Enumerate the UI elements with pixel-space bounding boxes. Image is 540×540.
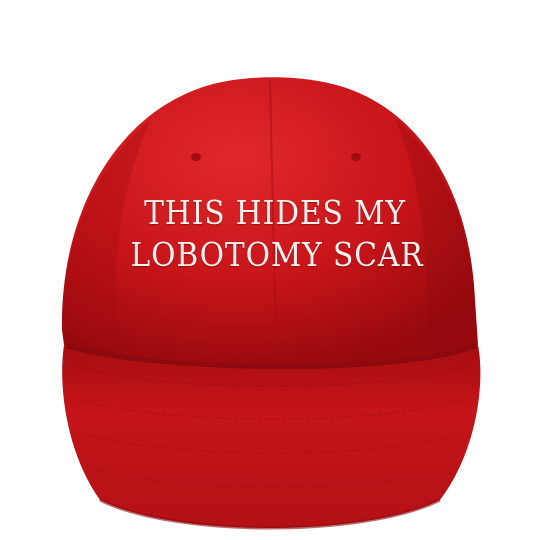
eyelet-left: [191, 153, 201, 161]
eyelet-right: [351, 153, 361, 161]
photo-scene: THIS HIDES MY LOBOTOMY SCAR: [0, 0, 540, 540]
cap-brim: [62, 345, 481, 528]
cap-text-line-1: THIS HIDES MY: [144, 193, 406, 232]
cap-text-line-2: LOBOTOMY SCAR: [130, 235, 424, 274]
